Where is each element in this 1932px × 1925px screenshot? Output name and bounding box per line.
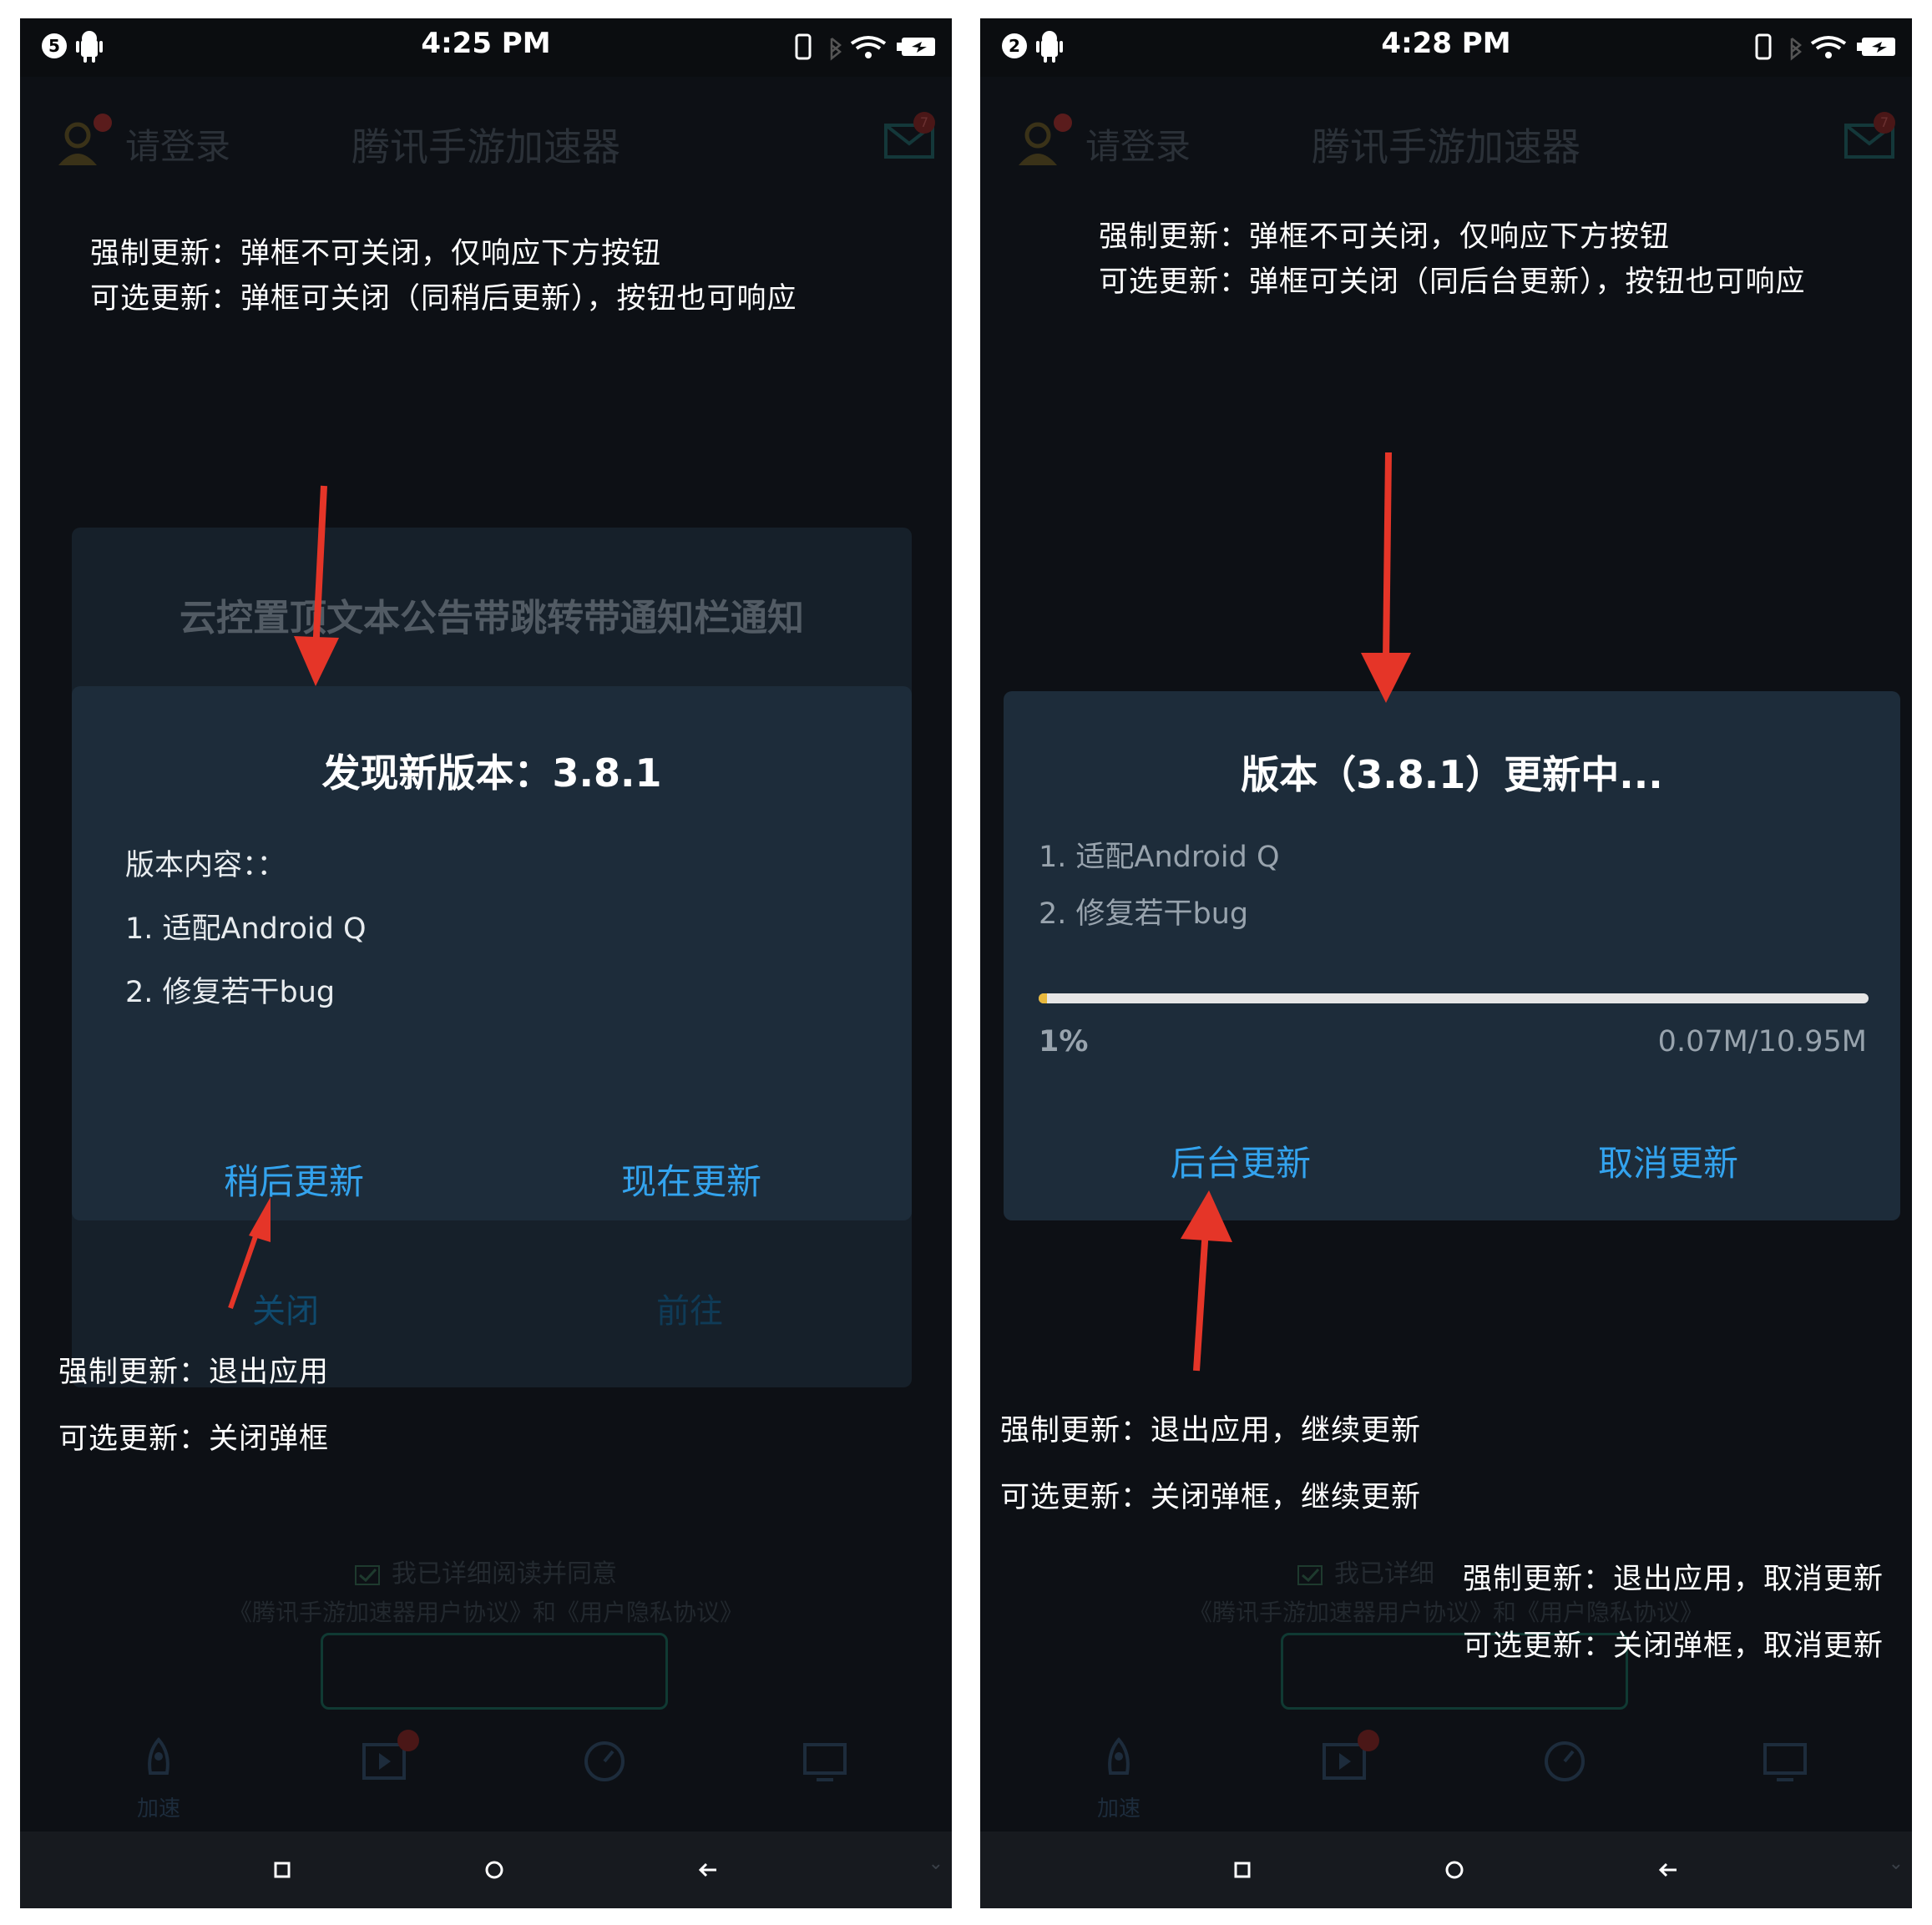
android-nav-bar: ⌄ <box>20 1832 952 1908</box>
system-status-icons <box>795 33 935 61</box>
home-icon[interactable] <box>1441 1857 1468 1883</box>
progress-fill <box>1039 993 1047 1003</box>
android-nav-bar: ⌄ <box>980 1832 1912 1908</box>
version-content-heading: 版本内容：： <box>125 849 286 882</box>
annotation-bottom-line2: 可选更新：关闭弹框 <box>58 1422 330 1456</box>
tab-video[interactable] <box>1277 1730 1411 1830</box>
phone-screenshot-right: 2 4:28 PM 请登录 腾讯手游加速器 7 强制更新：弹框不可关闭，仅响应下… <box>980 18 1912 1908</box>
enter-button[interactable] <box>321 1633 668 1710</box>
home-icon[interactable] <box>481 1857 508 1883</box>
mail-count-badge: 7 <box>1874 112 1895 134</box>
recent-apps-icon[interactable] <box>1229 1857 1256 1883</box>
dialog-title: 发现新版本：3.8.1 <box>321 750 662 796</box>
annotation-bottom-line1: 强制更新：退出应用 <box>58 1356 330 1389</box>
checkbox-icon[interactable] <box>1297 1564 1323 1585</box>
tab-speedtest[interactable] <box>1498 1730 1631 1830</box>
monitor-icon <box>803 1743 847 1781</box>
bottom-tab-bar: 加速 <box>20 1730 952 1830</box>
monitor-icon <box>1763 1743 1807 1781</box>
annotation-mid-line2: 可选更新：关闭弹框，继续更新 <box>1000 1481 1422 1514</box>
status-bar: 5 4:25 PM <box>20 18 952 77</box>
phone-screenshot-left: 5 4:25 PM 请登录 腾讯手游加速器 7 强制更新：弹框不可关闭，仅响应下… <box>20 18 952 1908</box>
mail-count-badge: 7 <box>913 112 935 134</box>
tab-video[interactable] <box>317 1730 451 1830</box>
changelog-item: 1. 适配Android Q <box>1039 841 1280 874</box>
recent-apps-icon[interactable] <box>269 1857 296 1883</box>
download-progress-bar <box>1039 993 1869 1003</box>
update-progress-dialog: 版本（3.8.1）更新中... 1. 适配Android Q 2. 修复若干bu… <box>1004 691 1900 1220</box>
agreement-checkbox-row[interactable]: 我已详细阅读并同意 <box>20 1553 952 1589</box>
tab-screen[interactable] <box>758 1730 892 1830</box>
annotation-br-line1: 强制更新：退出应用，取消更新 <box>1463 1563 1884 1596</box>
gauge-icon <box>1545 1741 1585 1781</box>
download-size: 0.07M/10.95M <box>1657 1025 1867 1058</box>
status-bar: 2 4:28 PM <box>980 18 1912 77</box>
announcement-close-button[interactable]: 关闭 <box>252 1284 319 1332</box>
dialog-title: 版本（3.8.1）更新中... <box>1241 752 1663 797</box>
annotation-top-line1: 强制更新：弹框不可关闭，仅响应下方按钮 <box>90 237 662 270</box>
bottom-tab-bar: 加速 <box>980 1730 1912 1830</box>
back-arrow-icon[interactable] <box>1655 1857 1682 1883</box>
tab-label: 加速 <box>1096 1796 1140 1821</box>
tab-label: 加速 <box>136 1796 180 1821</box>
tab-accelerate[interactable]: 加速 <box>1052 1730 1186 1830</box>
rocket-icon <box>1108 1736 1130 1775</box>
tab-speedtest[interactable] <box>538 1730 671 1830</box>
back-arrow-icon[interactable] <box>695 1857 721 1883</box>
chevron-down-icon[interactable]: ⌄ <box>928 1853 943 1874</box>
system-status-icons <box>1755 33 1895 61</box>
announcement-go-button[interactable]: 前往 <box>656 1284 723 1332</box>
app-header: 请登录 腾讯手游加速器 7 <box>20 85 952 177</box>
tab-accelerate[interactable]: 加速 <box>92 1730 225 1830</box>
chevron-down-icon[interactable]: ⌄ <box>1889 1853 1904 1874</box>
app-header: 请登录 腾讯手游加速器 7 <box>980 85 1912 177</box>
annotation-br-line2: 可选更新：关闭弹框，取消更新 <box>1463 1629 1884 1663</box>
changelog-item: 2. 修复若干bug <box>1039 897 1249 931</box>
agreement-text: 我已详细阅读并同意 <box>392 1559 617 1589</box>
agreement-links[interactable]: 《腾讯手游加速器用户协议》和《用户隐私协议》 <box>20 1594 952 1628</box>
annotation-top-line2: 可选更新：弹框可关闭（同后台更新），按钮也可响应 <box>1099 265 1806 299</box>
progress-percent: 1% <box>1039 1025 1089 1058</box>
agreement-text: 我已详细 <box>1334 1559 1434 1589</box>
background-update-button[interactable]: 后台更新 <box>1171 1135 1311 1186</box>
changelog-item: 2. 修复若干bug <box>125 976 336 1009</box>
update-later-button[interactable]: 稍后更新 <box>224 1154 364 1205</box>
update-now-button[interactable]: 现在更新 <box>621 1154 761 1205</box>
app-title: 腾讯手游加速器 <box>352 124 620 169</box>
arrow-to-dialog <box>1383 452 1392 662</box>
annotation-mid-line1: 强制更新：退出应用，继续更新 <box>1000 1414 1422 1448</box>
tab-screen[interactable] <box>1718 1730 1852 1830</box>
rocket-icon <box>148 1736 169 1775</box>
annotation-top-line1: 强制更新：弹框不可关闭，仅响应下方按钮 <box>1099 220 1671 254</box>
announcement-title: 云控置顶文本公告带跳转带通知栏通知 <box>180 597 804 639</box>
cancel-update-button[interactable]: 取消更新 <box>1598 1135 1738 1186</box>
annotation-top-line2: 可选更新：弹框可关闭（同稍后更新），按钮也可响应 <box>90 282 797 316</box>
tab-alert-dot <box>397 1730 419 1751</box>
gauge-icon <box>584 1741 625 1781</box>
app-title: 腾讯手游加速器 <box>1312 124 1580 169</box>
changelog-item: 1. 适配Android Q <box>125 912 367 946</box>
update-dialog: 发现新版本：3.8.1 版本内容：： 1. 适配Android Q 2. 修复若… <box>72 686 912 1220</box>
tab-alert-dot <box>1358 1730 1379 1751</box>
checkbox-icon[interactable] <box>355 1564 380 1585</box>
arrow-to-background-button <box>1193 1228 1209 1372</box>
